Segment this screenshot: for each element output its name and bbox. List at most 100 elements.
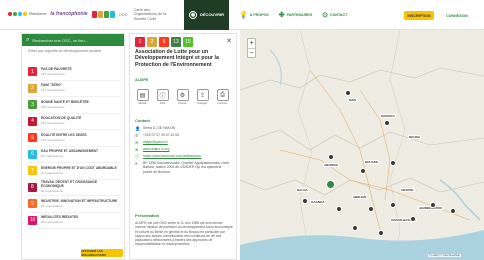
map-marker[interactable] [328,154,334,160]
city-label: GAGNOA [310,200,326,204]
odd-item-6[interactable]: 6 EAU PROPRE ET ASSAINISSEMENT 65 organis… [28,147,120,163]
partner-logos: Plateforme la francophonie ODD Carte des… [0,8,178,21]
contact-website-text[interactable]: www.aldipe.ci.org [143,147,169,152]
nav-partenaires[interactable]: ✤ PARTENAIRES [279,11,312,19]
contact-facebook[interactable]: ⓕ https://www.facebook.com/aldipeassoc [135,154,201,160]
nav-a-propos[interactable]: 💡 À PROPOS [239,11,269,19]
contact-title: Contact [135,118,150,123]
contact-email-text[interactable]: aldipe@yahoo.fr [143,140,168,145]
map-marker[interactable] [360,168,366,174]
map-marker[interactable] [368,206,374,212]
site-title: Carte des Organisations de la Société Ci… [133,8,167,21]
map-marker[interactable] [390,160,396,166]
location-pin-icon: ⌖ [135,161,138,166]
sdg-tile-15[interactable]: 15 [183,37,193,47]
action-label: Identité [138,102,147,105]
print-button[interactable]: ⎙ Imprimer [215,89,230,105]
city-label: ABOISSO [323,163,339,167]
odd-2-icon: 2 [28,83,37,93]
close-icon[interactable]: ✕ [226,37,232,45]
contact-address: ⌖ BP 1396 Sokouébouaké, Quartier Agodjila… [135,161,233,174]
sdg-tile-1[interactable]: 1 [135,37,145,47]
show-organisations-button[interactable]: AFFICHER LES ORGANISATIONS [81,249,123,257]
city-label: BOUNA [408,135,421,139]
contact-person: 👤 Sema G. DE HAKON [135,126,175,132]
operations-button[interactable]: ⚙ Opérat. [175,89,190,105]
zoom-in-button[interactable]: + [248,39,255,48]
odd-item-count: 98 organisations [41,220,64,225]
search-icon[interactable]: ⌕ [26,37,29,44]
phone-icon: ✆ [135,133,139,138]
odd-item-4[interactable]: 4 ÉDUCATION DE QUALITÉ 182 organisations [28,114,120,130]
sdg-tile-13[interactable]: 13 [171,37,181,47]
organisation-name: Association de Lutte pour un Développeme… [135,49,219,68]
lightbulb-icon: 💡 [239,11,248,19]
selected-map-marker[interactable] [326,180,335,189]
infos-button[interactable]: ⓘ Infos [155,89,170,105]
odd-item-5[interactable]: 5 ÉGALITÉ ENTRE LES SEXES 154 organisatio… [28,130,120,147]
odd-item-2[interactable]: 2 FAIM "ZÉRO" 107 organisations [28,81,120,97]
search-input[interactable] [32,37,113,43]
map-marker[interactable] [430,202,436,208]
map-marker[interactable] [302,198,308,204]
odd-item-count: 154 organisations [41,137,65,142]
odd-item-count: 36 organisations [41,203,64,208]
identite-button[interactable]: ▤ Identité [135,89,150,105]
contact-facebook-text[interactable]: https://www.facebook.com/aldipeassoc [143,154,201,160]
map-marker[interactable] [390,202,396,208]
odd-item-count: 92 organisations [40,189,63,194]
platform-logo[interactable]: Plateforme [8,12,46,17]
city-label: MAN [348,98,357,102]
odd-item-7[interactable]: 7 ÉNERGIE PROPRE ET D'UN COÛT ABORDABLE 4… [28,163,120,180]
map-marker[interactable] [378,230,384,236]
contact-phone-text: +225 07 07 43 47 40 54 [143,133,179,137]
action-label: Infos [159,102,166,105]
map-marker[interactable] [345,90,351,96]
filter-hint: Filtrer par objectifs de développement d… [28,49,102,53]
map-view[interactable]: MAN KOROGO BOUNA ABOISSO BOUAKE DALOA GA… [240,30,484,260]
map-marker[interactable] [352,225,358,231]
odd-item-1[interactable]: 1 PAS DE PAUVRETÉ 155 organisations [28,64,120,81]
nav-decouvrir[interactable]: ◉ DÉCOUVRIR [184,0,230,30]
logo-dots-icon [8,12,27,17]
odd-logo-icon[interactable] [91,10,115,18]
map-marker[interactable] [410,216,416,222]
email-icon: ✉ [135,140,139,145]
odd-5-icon: 5 [28,133,37,143]
odd-4-icon: 4 [28,116,37,126]
connexion-button[interactable]: CONNEXION [440,11,474,20]
map-marker[interactable] [384,120,390,126]
zoom-out-button[interactable]: − [248,48,255,57]
map-attribution[interactable]: © Leaflet | © OpenStreetMap [428,254,461,257]
nav-contact[interactable]: ⊙ CONTACT [322,11,347,19]
handshake-icon: ✤ [278,11,285,19]
share-button[interactable]: ⇪ Partager [195,89,210,105]
share-icon: ⇪ [196,89,209,101]
organisation-detail-panel: 1 2 5 13 15 ✕ Association de Lutte pour … [129,33,237,260]
odd-8-icon: 8 [28,182,37,192]
sdg-tile-5[interactable]: 5 [159,37,169,47]
map-marker[interactable] [336,206,342,212]
action-label: Partager [197,102,208,105]
contact-email[interactable]: ✉ aldipe@yahoo.fr [135,140,168,145]
odd-item-count: 107 organisations [41,88,65,93]
contact-website[interactable]: ⊕ www.aldipe.ci.org [135,147,169,152]
francophonie-logo[interactable]: la francophonie [50,11,87,17]
id-card-icon: ▤ [136,89,149,101]
filter-sidebar: ⌕ Filtrer par objectifs de développement… [21,33,125,260]
odd-1-icon: 1 [28,67,37,77]
odd-item-10[interactable]: 10 INÉGALITÉS RÉDUITES 98 organisations [28,213,120,229]
search-bar: ⌕ [22,34,124,46]
city-label: ABIDJAN [352,195,368,199]
map-base [240,30,484,260]
sdg-tile-2[interactable]: 2 [147,37,157,47]
odd-item-9[interactable]: 9 INDUSTRIE, INNOVATION ET INFRASTRUCTUR… [28,196,120,213]
contact-icon: ⊙ [322,11,328,19]
city-label: ADZOPE [400,188,415,192]
inscription-button[interactable]: INSCRIPTION [404,11,434,20]
odd-item-3[interactable]: 3 BONNE SANTÉ ET BIEN-ÊTRE 180 organisati… [28,97,120,114]
map-marker[interactable] [450,208,456,214]
odd-item-8[interactable]: 8 TRAVAIL DÉCENT ET CROISSANCE ÉCONOMIQU… [28,180,120,196]
action-label: Opérat. [178,102,187,105]
odd-logo-text: ODD [118,11,128,17]
